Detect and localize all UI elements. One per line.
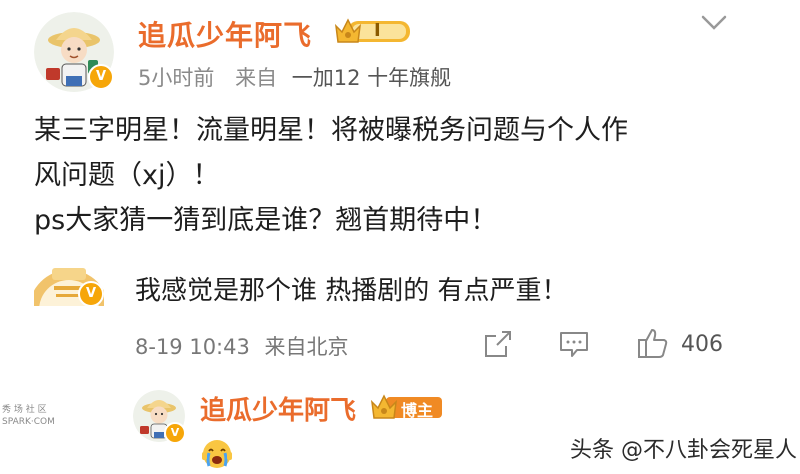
comment-location: 来自北京	[264, 335, 349, 359]
comment-text: 我感觉是那个谁 热播剧的 有点严重！	[135, 276, 568, 306]
level-badge: I	[334, 16, 412, 46]
verified-icon: V	[164, 422, 186, 444]
watermark-left-line2: SPARK·COM	[2, 417, 55, 427]
verified-icon: V	[78, 281, 104, 307]
comment-icon[interactable]	[558, 328, 590, 360]
author-name[interactable]: 追瓜少年阿飞	[138, 14, 312, 54]
watermark-right: 头条 @不八卦会死星人	[570, 438, 797, 463]
comment-meta: 8-19 10:43 来自北京	[135, 331, 349, 361]
watermark-left: 秀 场 社 区 SPARK·COM	[2, 404, 72, 428]
chevron-down-icon[interactable]	[700, 12, 728, 34]
post-line: 风问题（xj）！	[34, 160, 220, 191]
device-link[interactable]: 一加12 十年旗舰	[292, 66, 451, 90]
host-badge-text: 博主	[401, 401, 434, 420]
reply-author[interactable]: 追瓜少年阿飞	[200, 390, 356, 427]
post-line: 某三字明星！流量明星！将被曝税务问题与个人作	[34, 115, 628, 146]
post-meta: 5小时前 来自 一加12 十年旗舰	[138, 62, 451, 92]
post-time: 5小时前	[138, 66, 215, 90]
post-content: 某三字明星！流量明星！将被曝税务问题与个人作 风问题（xj）！ ps大家猜一猜到…	[34, 108, 734, 243]
like-icon[interactable]	[636, 326, 668, 358]
host-badge: 博主	[370, 392, 444, 422]
like-count: 406	[681, 332, 723, 357]
source-prefix: 来自	[235, 66, 278, 90]
share-icon[interactable]	[482, 328, 514, 360]
post-line: ps大家猜一猜到底是谁？翘首期待中！	[34, 205, 498, 236]
crying-emoji-icon	[200, 436, 234, 470]
watermark-left-line1: 秀 场 社 区	[2, 405, 47, 415]
level-badge-text: I	[374, 20, 381, 41]
comment-datetime: 8-19 10:43	[135, 335, 250, 359]
verified-icon: V	[88, 64, 114, 90]
